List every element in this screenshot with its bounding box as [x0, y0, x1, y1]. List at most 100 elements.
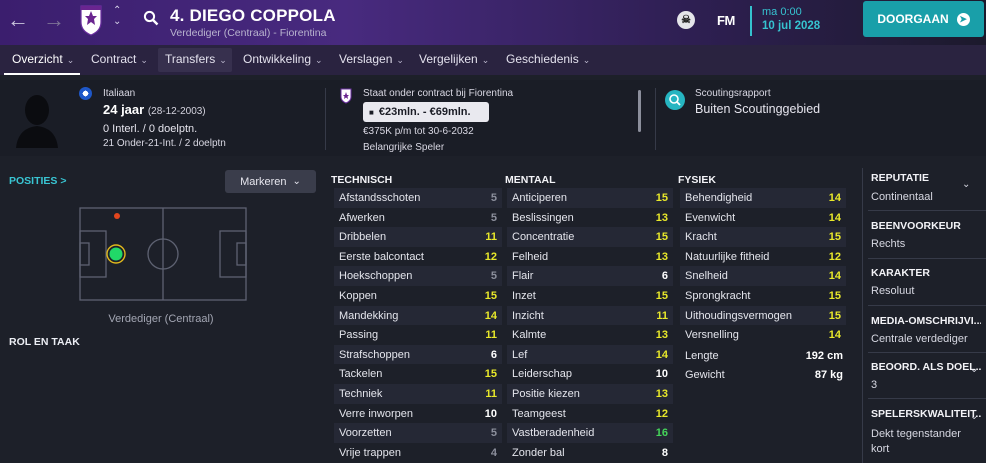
attribute-row[interactable]: Behendigheid 14: [680, 188, 846, 208]
attribute-row[interactable]: Zonder bal 8: [507, 443, 673, 463]
attribute-row[interactable]: Leiderschap 10: [507, 364, 673, 384]
info-scrollbar[interactable]: [638, 90, 641, 132]
attribute-name: Snelheid: [685, 270, 728, 283]
height-row: Lengte 192 cm: [685, 350, 843, 362]
game-date[interactable]: 10 jul 2028: [762, 20, 820, 32]
attribute-name: Positie kiezen: [512, 388, 580, 400]
attribute-row[interactable]: Tackelen 15: [334, 364, 502, 384]
attribute-row[interactable]: Inzicht 11: [507, 305, 673, 326]
attribute-row[interactable]: Versnelling 14: [680, 325, 846, 345]
italy-flag-icon[interactable]: [79, 87, 92, 100]
attribute-row[interactable]: Felheid 13: [507, 247, 673, 267]
forward-arrow-icon[interactable]: →: [43, 9, 65, 31]
attribute-row[interactable]: Techniek 11: [334, 384, 502, 404]
position-pitch[interactable]: [79, 207, 247, 301]
continue-button[interactable]: DOORGAAN ➤: [863, 1, 984, 37]
club-crest-small-icon[interactable]: [340, 88, 352, 104]
attribute-row[interactable]: Evenwicht 14: [680, 208, 846, 228]
mark-dropdown[interactable]: Markeren ⌄: [225, 170, 316, 193]
attribute-value: 5: [490, 270, 497, 283]
preferred-foot-value: Rechts: [871, 238, 906, 250]
tab-label: Overzicht: [12, 52, 63, 66]
player-title: 4. DIEGO COPPOLA: [170, 6, 336, 25]
tab-overview[interactable]: Overzicht ⌄: [12, 52, 74, 66]
attribute-row[interactable]: Verre inworpen 10: [334, 404, 502, 424]
role-duty-title: ROL EN TAAK: [9, 336, 80, 348]
scout-report-value[interactable]: Buiten Scoutinggebied: [695, 102, 820, 116]
attribute-value: 15: [484, 368, 497, 381]
attribute-row[interactable]: Concentratie 15: [507, 227, 673, 247]
attribute-row[interactable]: Vastberadenheid 16: [507, 423, 673, 443]
chevron-down-icon[interactable]: ⌄: [962, 179, 970, 190]
attribute-row[interactable]: Hoekschoppen 5: [334, 266, 502, 286]
player-subtitle[interactable]: Verdediger (Centraal) - Fiorentina: [170, 27, 326, 39]
weight-value: 87 kg: [814, 369, 843, 381]
game-time[interactable]: ma 0:00: [762, 6, 802, 18]
attribute-row[interactable]: Inzet 15: [507, 286, 673, 306]
tab-transfers[interactable]: Transfers ⌄: [165, 52, 227, 66]
tab-reports[interactable]: Verslagen ⌄: [339, 52, 404, 66]
attribute-name: Techniek: [339, 388, 383, 400]
attribute-row[interactable]: Dribbelen 11: [334, 227, 502, 247]
preferred-foot-title: BEENVOORKEUR: [871, 220, 961, 232]
chevron-down-icon: ⌄: [396, 55, 404, 65]
attribute-row[interactable]: Anticiperen 15: [507, 188, 673, 208]
details-separator: [868, 352, 986, 353]
attribute-row[interactable]: Passing 11: [334, 325, 502, 345]
attribute-row[interactable]: Uithoudingsvermogen 15: [680, 305, 846, 326]
attribute-row[interactable]: Beslissingen 13: [507, 208, 673, 228]
minus-icon: ■: [369, 107, 374, 117]
tab-contract[interactable]: Contract ⌄: [91, 52, 148, 66]
attribute-row[interactable]: Mandekking 14: [334, 305, 502, 326]
skull-icon[interactable]: ☠: [677, 11, 695, 29]
attribute-row[interactable]: Kracht 15: [680, 227, 846, 247]
tab-compare[interactable]: Vergelijken ⌄: [419, 52, 489, 66]
chevron-down-icon[interactable]: ⌄: [970, 364, 978, 375]
attribute-name: Zonder bal: [512, 446, 565, 459]
tab-history[interactable]: Geschiedenis ⌄: [506, 52, 590, 66]
club-crest-icon[interactable]: [79, 4, 103, 36]
attribute-value: 15: [655, 192, 668, 204]
tab-label: Ontwikkeling: [243, 52, 312, 66]
attribute-name: Beslissingen: [512, 211, 574, 224]
nationality[interactable]: Italiaan: [103, 88, 135, 99]
fm-logo[interactable]: FM: [717, 13, 735, 28]
attribute-row[interactable]: Natuurlijke fitheid 12: [680, 247, 846, 267]
player-details-panel: REPUTATIE ⌄ Continentaal BEENVOORKEUR Re…: [862, 160, 986, 463]
attribute-value: 15: [655, 290, 668, 302]
attribute-row[interactable]: Flair 6: [507, 266, 673, 286]
attribute-row[interactable]: Afwerken 5: [334, 208, 502, 228]
attribute-row[interactable]: Koppen 15: [334, 286, 502, 306]
attribute-row[interactable]: Positie kiezen 13: [507, 384, 673, 404]
attribute-value: 15: [828, 290, 841, 302]
mental-header: MENTAAL: [505, 174, 556, 186]
value-range-pill[interactable]: ■ €23mln. - €69mln.: [363, 102, 489, 122]
scout-search-icon[interactable]: [665, 90, 685, 110]
attribute-row[interactable]: Snelheid 14: [680, 266, 846, 286]
tab-development[interactable]: Ontwikkeling ⌄: [243, 52, 323, 66]
attribute-row[interactable]: Kalmte 13: [507, 325, 673, 345]
search-icon[interactable]: [143, 10, 159, 26]
attribute-value: 6: [661, 270, 668, 283]
attribute-value: 14: [828, 270, 841, 283]
attribute-row[interactable]: Teamgeest 12: [507, 404, 673, 424]
attribute-row[interactable]: Afstandsschoten 5: [334, 188, 502, 208]
wage: €375K p/m tot 30-6-2032: [363, 126, 474, 137]
back-arrow-icon[interactable]: ←: [7, 9, 29, 31]
up-down-icon[interactable]: ⌃ ⌄: [113, 5, 121, 27]
active-tab-underline: [4, 73, 80, 75]
attribute-row[interactable]: Voorzetten 5: [334, 423, 502, 443]
attribute-row[interactable]: Vrije trappen 4: [334, 443, 502, 463]
player-traits-title: SPELERSKWALITEIT...: [871, 408, 981, 420]
attribute-row[interactable]: Lef 14: [507, 344, 673, 365]
attribute-row[interactable]: Strafschoppen 6: [334, 344, 502, 365]
personality-value: Resoluut: [871, 285, 915, 297]
chevron-down-icon[interactable]: ⌄: [970, 411, 978, 422]
details-divider: [862, 168, 863, 463]
attribute-row[interactable]: Eerste balcontact 12: [334, 247, 502, 267]
attribute-value: 5: [490, 211, 497, 224]
positions-link[interactable]: POSITIES >: [9, 175, 66, 187]
tab-label: Contract: [91, 52, 137, 66]
attribute-row[interactable]: Sprongkracht 15: [680, 286, 846, 306]
media-description-value: Centrale verdediger: [871, 333, 968, 345]
